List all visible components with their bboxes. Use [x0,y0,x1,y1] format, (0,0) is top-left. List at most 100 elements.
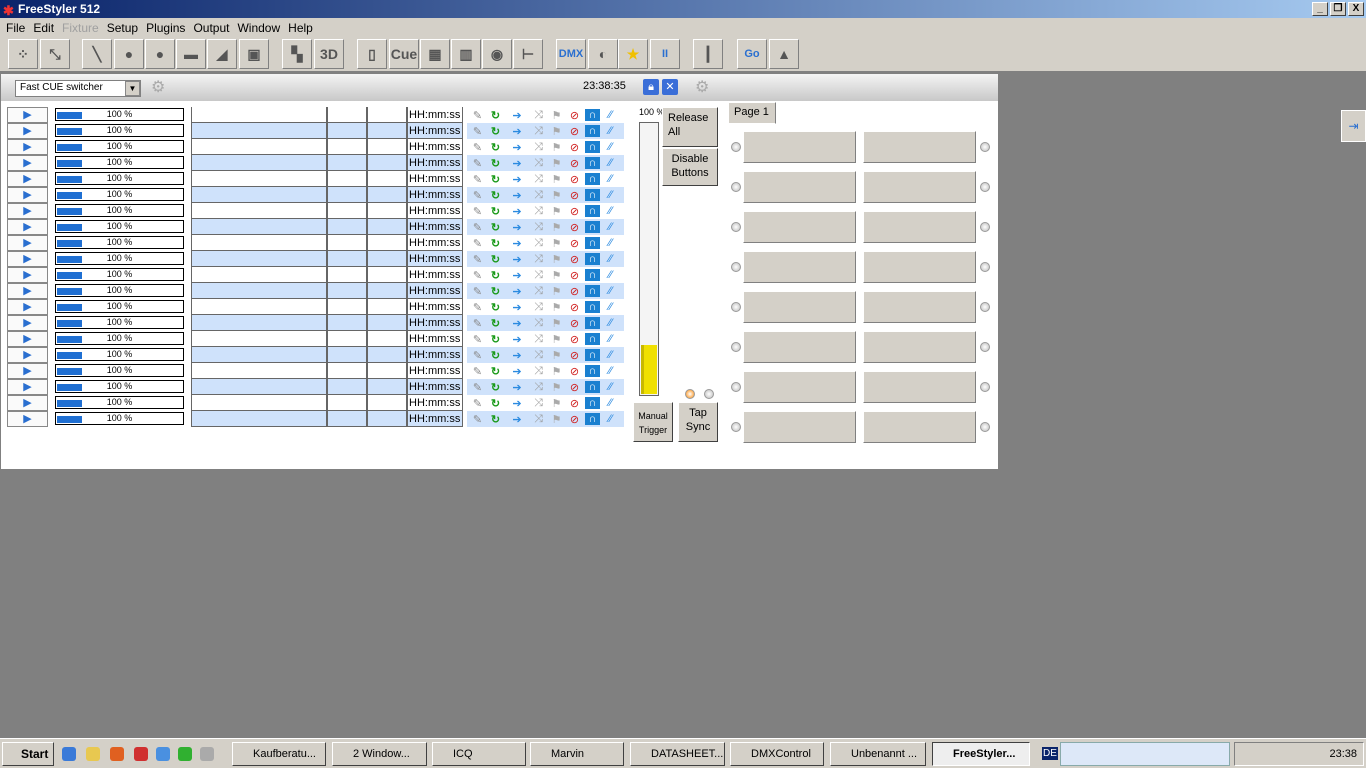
language-indicator[interactable]: DE [1042,747,1058,760]
arrow-right-icon[interactable]: ➔ [506,253,528,266]
page-button[interactable] [743,331,856,363]
edit-icon[interactable]: ✎ [470,109,485,122]
shuffle-icon[interactable]: ⤨ [531,253,546,266]
cue-level-bar[interactable]: 100 % [55,268,184,281]
fade-icon[interactable]: ∩ [585,413,600,425]
cue-time-cell[interactable]: HH:mm:ss [407,299,463,315]
edit-icon[interactable]: ✎ [470,237,485,250]
manual-trigger-button[interactable]: Manual Trigger [633,402,673,442]
light-icon[interactable]: ◐ [588,39,618,69]
flag-icon[interactable]: ⚑ [549,413,564,426]
page-button[interactable] [743,171,856,203]
shuffle-icon[interactable]: ⤨ [531,333,546,346]
cue-level-bar[interactable]: 100 % [55,156,184,169]
fade-icon[interactable]: ∩ [585,221,600,233]
arrow-right-icon[interactable]: ➔ [506,189,528,202]
cue-level-bar[interactable]: 100 % [55,316,184,329]
shuffle-icon[interactable]: ⤨ [531,109,546,122]
firefox-icon[interactable] [110,747,124,761]
no-blackout-icon[interactable]: ⊘ [567,205,582,218]
flag-icon[interactable]: ⚑ [549,141,564,154]
edit-icon[interactable]: ✎ [470,125,485,138]
page-button[interactable] [743,211,856,243]
shuffle-icon[interactable]: ⤨ [531,397,546,410]
arrow-right-icon[interactable]: ➔ [506,397,528,410]
ramp-icon[interactable]: ⁄⁄ [603,173,618,185]
fade-icon[interactable]: ∩ [585,141,600,153]
cue-time-cell[interactable]: HH:mm:ss [407,107,463,123]
cue-cell[interactable] [367,251,407,267]
loop-icon[interactable]: ↻ [488,381,503,394]
flag-icon[interactable]: ⚑ [549,125,564,138]
no-blackout-icon[interactable]: ⊘ [567,125,582,138]
cue-cell[interactable] [327,331,367,347]
play-button[interactable]: ▶ [7,155,48,171]
cue-time-cell[interactable]: HH:mm:ss [407,171,463,187]
menu-output[interactable]: Output [193,18,235,37]
dmx-icon[interactable]: DMX [556,39,586,69]
fade-icon[interactable]: ∩ [585,285,600,297]
no-blackout-icon[interactable]: ⊘ [567,349,582,362]
freestyler-icon[interactable] [134,747,148,761]
cue-cell[interactable] [367,139,407,155]
cue-name-cell[interactable] [191,139,327,155]
cue-level-bar[interactable]: 100 % [55,188,184,201]
edit-icon[interactable]: ✎ [470,157,485,170]
flag-icon[interactable]: ⚑ [549,189,564,202]
ramp-icon[interactable]: ⁄⁄ [603,237,618,249]
cue-cell[interactable] [327,267,367,283]
flag-icon[interactable]: ⚑ [549,349,564,362]
no-blackout-icon[interactable]: ⊘ [567,141,582,154]
no-blackout-icon[interactable]: ⊘ [567,221,582,234]
loop-icon[interactable]: ↻ [488,157,503,170]
play-button[interactable]: ▶ [7,411,48,427]
ramp-icon[interactable]: ⁄⁄ [603,413,618,425]
cue-name-cell[interactable] [191,379,327,395]
frame-icon[interactable]: ▣ [239,39,269,69]
arrow-right-icon[interactable]: ➔ [506,269,528,282]
3d-icon[interactable]: 3D [314,39,344,69]
page-button[interactable] [743,411,856,443]
edit-icon[interactable]: ✎ [470,205,485,218]
cue-time-cell[interactable]: HH:mm:ss [407,155,463,171]
no-blackout-icon[interactable]: ⊘ [567,269,582,282]
prism-icon[interactable]: ◢ [207,39,237,69]
no-blackout-icon[interactable]: ⊘ [567,173,582,186]
play-button[interactable]: ▶ [7,203,48,219]
flag-icon[interactable]: ⚑ [549,397,564,410]
cue-cell[interactable] [327,411,367,427]
flag-icon[interactable]: ⚑ [549,253,564,266]
cue-time-cell[interactable]: HH:mm:ss [407,363,463,379]
cue-cell[interactable] [327,395,367,411]
arrow-right-icon[interactable]: ➔ [506,157,528,170]
play-button[interactable]: ▶ [7,315,48,331]
cue-time-cell[interactable]: HH:mm:ss [407,379,463,395]
loop-icon[interactable]: ↻ [488,301,503,314]
cue-cell[interactable] [367,283,407,299]
taskbar-item[interactable]: Kaufberatu... [232,742,326,766]
flag-icon[interactable]: ⚑ [549,157,564,170]
gobo-icon[interactable]: ● [114,39,144,69]
cue-level-bar[interactable]: 100 % [55,300,184,313]
cue-cell[interactable] [367,219,407,235]
edit-icon[interactable]: ✎ [470,301,485,314]
loop-icon[interactable]: ↻ [488,397,503,410]
cue-name-cell[interactable] [191,123,327,139]
cue-name-cell[interactable] [191,363,327,379]
cue-level-bar[interactable]: 100 % [55,220,184,233]
edit-icon[interactable]: ✎ [470,317,485,330]
disable-buttons-button[interactable]: Disable Buttons [662,148,718,186]
cue-time-cell[interactable]: HH:mm:ss [407,235,463,251]
page-button[interactable] [863,371,976,403]
edit-icon[interactable]: ✎ [470,141,485,154]
release-all-button[interactable]: Release All [662,107,718,147]
ramp-icon[interactable]: ⁄⁄ [603,189,618,201]
ramp-icon[interactable]: ⁄⁄ [603,285,618,297]
arrow-right-icon[interactable]: ➔ [506,333,528,346]
chevron-down-icon[interactable]: ▼ [125,81,140,96]
play-button[interactable]: ▶ [7,171,48,187]
dock-toggle-icon[interactable]: ⇥ [1341,110,1366,142]
cue-cell[interactable] [327,187,367,203]
shuffle-icon[interactable]: ⤨ [531,237,546,250]
cue-name-cell[interactable] [191,155,327,171]
